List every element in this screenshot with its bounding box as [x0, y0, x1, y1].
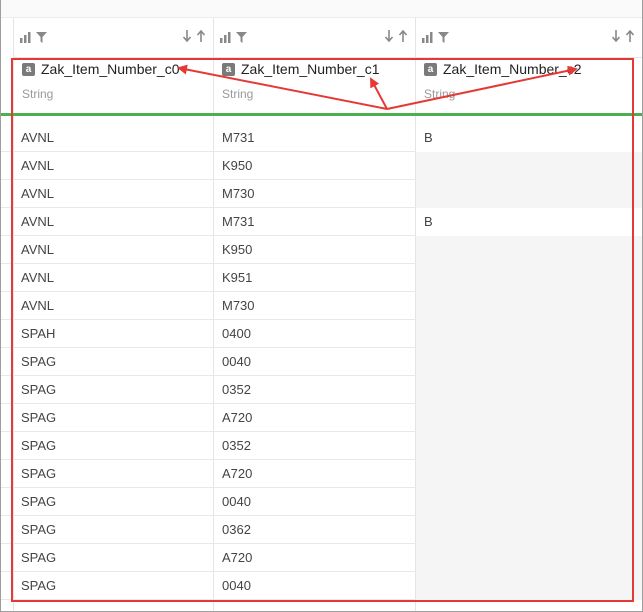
table-row: AVNL M730	[1, 292, 642, 320]
table-row: AVNL K951	[1, 264, 642, 292]
table-cell[interactable]: K950	[214, 236, 416, 264]
table-row: SPAG 0040	[1, 348, 642, 376]
table-cell[interactable]: SPAG	[13, 376, 214, 404]
table-cell[interactable]: M731	[214, 208, 416, 236]
table-cell[interactable]: 0040	[214, 348, 416, 376]
column-toolbar	[214, 18, 415, 58]
column-toolbar	[14, 18, 213, 58]
column-type: String	[222, 87, 254, 101]
column-type: String	[22, 87, 54, 101]
table-cell[interactable]: K951	[214, 264, 416, 292]
sort-down-icon[interactable]	[385, 30, 393, 42]
table-row: SPAG 0362	[1, 516, 642, 544]
table-cell[interactable]: 0352	[214, 432, 416, 460]
table-cell[interactable]: B	[416, 124, 642, 152]
table-cell[interactable]	[416, 544, 642, 572]
column-name[interactable]: Zak_Item_Number_c0	[41, 61, 180, 77]
table-cell[interactable]	[416, 264, 642, 292]
string-type-icon: a	[222, 63, 235, 76]
table-cell[interactable]: 0352	[214, 376, 416, 404]
table-cell[interactable]: A720	[214, 404, 416, 432]
table-cell[interactable]	[416, 236, 642, 264]
table-cell[interactable]: M730	[214, 292, 416, 320]
string-type-icon: a	[424, 63, 437, 76]
table-cell[interactable]: K950	[214, 152, 416, 180]
table-cell[interactable]: 0040	[214, 488, 416, 516]
table-cell[interactable]: SPAG	[13, 544, 214, 572]
filter-icon[interactable]	[438, 32, 449, 43]
table-cell[interactable]: AVNL	[13, 152, 214, 180]
table-cell[interactable]: AVNL	[13, 292, 214, 320]
column-toolbar	[416, 18, 642, 58]
table-cell[interactable]: A720	[214, 460, 416, 488]
table-cell[interactable]: AVNL	[13, 124, 214, 152]
column-type: String	[424, 87, 456, 101]
column-header[interactable]: a Zak_Item_Number_c2 String	[416, 58, 642, 114]
table-cell[interactable]: B	[416, 208, 642, 236]
table-row: AVNL K950	[1, 152, 642, 180]
table-row: SPAG 0352	[1, 432, 642, 460]
table-row: SPAG A720	[1, 460, 642, 488]
table-cell[interactable]	[416, 320, 642, 348]
table-cell[interactable]: AVNL	[13, 180, 214, 208]
table-row: AVNL M731 B	[1, 124, 642, 152]
table-cell[interactable]	[416, 180, 642, 208]
table-cell[interactable]	[416, 404, 642, 432]
table-cell[interactable]: AVNL	[13, 236, 214, 264]
table-row: SPAG A720	[1, 404, 642, 432]
table-cell[interactable]	[416, 292, 642, 320]
sort-up-icon[interactable]	[197, 30, 205, 42]
table-cell[interactable]: SPAG	[13, 404, 214, 432]
table-cell[interactable]: M731	[214, 124, 416, 152]
table-row: SPAG 0040	[1, 572, 642, 600]
table-cell[interactable]: 0362	[214, 516, 416, 544]
top-strip	[1, 0, 642, 18]
bar-chart-icon[interactable]	[220, 32, 232, 43]
table-row: AVNL M731 B	[1, 208, 642, 236]
table-row: AVNL M730	[1, 180, 642, 208]
column-name[interactable]: Zak_Item_Number_c1	[241, 61, 380, 77]
table-cell[interactable]: SPAG	[13, 488, 214, 516]
string-type-icon: a	[22, 63, 35, 76]
table-cell[interactable]	[416, 516, 642, 544]
table-cell[interactable]: SPAH	[13, 320, 214, 348]
table-row: SPAG 0352	[1, 376, 642, 404]
table-row: SPAG 0040	[1, 488, 642, 516]
table-cell[interactable]	[416, 348, 642, 376]
column-name[interactable]: Zak_Item_Number_c2	[443, 61, 582, 77]
table-cell[interactable]: 0400	[214, 320, 416, 348]
table-cell[interactable]: SPAG	[13, 572, 214, 600]
table-cell[interactable]: M730	[214, 180, 416, 208]
table-cell[interactable]: SPAG	[13, 348, 214, 376]
table-cell[interactable]	[416, 432, 642, 460]
table-cell[interactable]	[416, 460, 642, 488]
table-cell[interactable]: A720	[214, 544, 416, 572]
table-cell[interactable]: 0040	[214, 572, 416, 600]
filter-icon[interactable]	[36, 32, 47, 43]
sort-up-icon[interactable]	[399, 30, 407, 42]
sort-down-icon[interactable]	[612, 30, 620, 42]
table-cell[interactable]	[416, 152, 642, 180]
header-divider	[1, 113, 642, 116]
bar-chart-icon[interactable]	[20, 32, 32, 43]
sort-down-icon[interactable]	[183, 30, 191, 42]
table-cell[interactable]: SPAG	[13, 432, 214, 460]
table-cell[interactable]: AVNL	[13, 264, 214, 292]
table-cell[interactable]	[416, 488, 642, 516]
filter-icon[interactable]	[236, 32, 247, 43]
table-row: AVNL K950	[1, 236, 642, 264]
data-grid-frame: a Zak_Item_Number_c0 String a Zak_Item_N…	[0, 0, 643, 612]
table-cell[interactable]: AVNL	[13, 208, 214, 236]
table-body: AVNL M731 B AVNL K950 AVNL M730 AVNL M731 B AVNL K9…	[1, 124, 642, 600]
column-header[interactable]: a Zak_Item_Number_c0 String	[14, 58, 213, 114]
table-cell[interactable]	[416, 376, 642, 404]
table-cell[interactable]: SPAG	[13, 516, 214, 544]
table-row: SPAG A720	[1, 544, 642, 572]
table-cell[interactable]: SPAG	[13, 460, 214, 488]
bar-chart-icon[interactable]	[422, 32, 434, 43]
sort-up-icon[interactable]	[626, 30, 634, 42]
table-cell[interactable]	[416, 572, 642, 600]
table-row: SPAH 0400	[1, 320, 642, 348]
column-header[interactable]: a Zak_Item_Number_c1 String	[214, 58, 415, 114]
